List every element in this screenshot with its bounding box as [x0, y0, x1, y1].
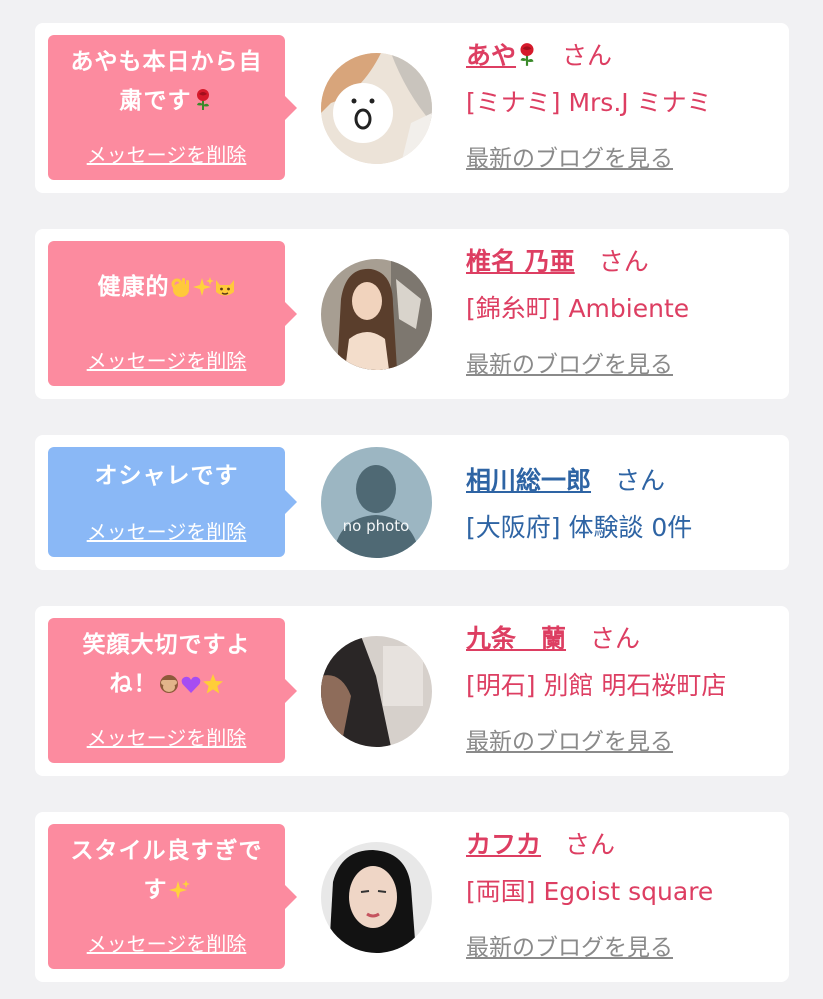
user-info: 椎名 乃亜 さん [錦糸町] Ambiente 最新のブログを見る — [466, 242, 689, 379]
see-no-evil-monkey-icon — [159, 675, 178, 693]
user-name-link[interactable]: 九条 蘭 — [466, 624, 566, 653]
sparkles-icon — [168, 880, 190, 899]
no-photo-label: no photo — [343, 517, 410, 535]
honorific: さん — [565, 830, 616, 859]
avatar[interactable] — [321, 53, 432, 164]
message-card: オシャレです メッセージを削除 no photo 相川総一郎 さん [大阪府] 体… — [35, 435, 789, 570]
message-line: ね！ — [48, 665, 285, 704]
delete-message-link[interactable]: メッセージを削除 — [48, 516, 285, 545]
latest-blog-link[interactable]: 最新のブログを見る — [466, 345, 689, 379]
user-name-link[interactable]: 相川総一郎 — [466, 466, 591, 495]
shop-name: [明石] 別館 明石桜町店 — [466, 671, 727, 700]
delete-message-link[interactable]: メッセージを削除 — [48, 928, 285, 957]
user-name-link[interactable]: あや — [466, 41, 538, 70]
message-text: 健康的 — [48, 241, 285, 307]
latest-blog-link[interactable]: 最新のブログを見る — [466, 928, 713, 962]
message-card: スタイル良すぎで す メッセージを削除 カフカ さん [両国] Egoist sq… — [35, 812, 789, 982]
avatar[interactable] — [321, 259, 432, 370]
user-info: 相川総一郎 さん [大阪府] 体験談 0件 — [466, 461, 692, 544]
avatar[interactable]: no photo — [321, 447, 432, 558]
user-info: あや さん [ミナミ] Mrs.J ミナミ 最新のブログを見る — [466, 36, 712, 173]
no-photo-icon: no photo — [321, 447, 432, 558]
user-name-link[interactable]: カフカ — [466, 830, 541, 859]
message-bubble: スタイル良すぎで す メッセージを削除 — [48, 824, 297, 969]
user-name-text: あや — [466, 41, 517, 70]
message-line-text: 粛です — [119, 88, 192, 114]
page: { "delete_label": "メッセージを削除", "colors": … — [0, 0, 823, 999]
message-text: オシャレです — [48, 447, 285, 496]
honorific: さん — [590, 624, 641, 653]
cat-icon — [214, 279, 235, 297]
name-line: カフカ さん — [466, 825, 713, 861]
message-line: オシャレです — [94, 463, 239, 489]
name-line: あや さん — [466, 36, 712, 72]
avatar[interactable] — [321, 636, 432, 747]
shop-name: [錦糸町] Ambiente — [466, 294, 690, 323]
message-bubble: あやも本日から自 粛です メッセージを削除 — [48, 35, 297, 180]
face-sticker-photo — [321, 53, 432, 164]
name-line: 椎名 乃亜 さん — [466, 242, 689, 278]
honorific: さん — [598, 247, 649, 276]
honorific: さん — [562, 41, 613, 70]
honorific: さん — [615, 466, 666, 495]
message-bubble: 健康的 メッセージを削除 — [48, 241, 297, 386]
latest-blog-link[interactable]: 最新のブログを見る — [466, 139, 712, 173]
shop-name: [大阪府] 体験談 0件 — [466, 513, 693, 542]
message-card: 健康的 メッセージを削除 椎名 乃亜 さん [錦糸町] Ambiente 最新のブ… — [35, 229, 789, 399]
message-line: 健康的 — [97, 274, 170, 300]
user-info: 九条 蘭さん [明石] 別館 明石桜町店 最新のブログを見る — [466, 619, 726, 756]
star-icon — [202, 674, 223, 694]
message-line: す — [48, 871, 285, 910]
shop-name: [両国] Egoist square — [466, 877, 714, 906]
message-line: 笑顔大切ですよ — [82, 632, 251, 658]
avatar[interactable] — [321, 842, 432, 953]
dark-photo — [321, 636, 432, 747]
message-text: 笑顔大切ですよ ね！ — [48, 618, 285, 704]
shop-name: [ミナミ] Mrs.J ミナミ — [466, 88, 712, 117]
message-bubble: オシャレです メッセージを削除 — [48, 447, 297, 557]
delete-message-link[interactable]: メッセージを削除 — [48, 139, 285, 168]
message-line: あやも本日から自 — [70, 49, 263, 75]
delete-message-link[interactable]: メッセージを削除 — [48, 345, 285, 374]
ok-hand-icon — [171, 276, 190, 298]
woman-selfie-photo — [321, 842, 432, 953]
latest-blog-link[interactable]: 最新のブログを見る — [466, 722, 726, 756]
user-name-link[interactable]: 椎名 乃亜 — [466, 247, 575, 276]
message-line-text: ね！ — [109, 671, 158, 697]
message-card: 笑顔大切ですよ ね！ メッセージを削除 九条 蘭さん [明石] 別館 明石桜町店… — [35, 606, 789, 776]
name-line: 九条 蘭さん — [466, 619, 726, 655]
message-text: あやも本日から自 粛です — [48, 35, 285, 121]
rose-icon — [519, 42, 535, 67]
message-card: あやも本日から自 粛です メッセージを削除 あや さん [ミナミ] Mrs.J ミ… — [35, 23, 789, 193]
message-text: スタイル良すぎで す — [48, 824, 285, 910]
message-line-text: す — [143, 877, 168, 903]
message-line: スタイル良すぎで — [70, 838, 263, 864]
woman-photo — [321, 259, 432, 370]
purple-heart-icon — [181, 676, 200, 693]
delete-message-link[interactable]: メッセージを削除 — [48, 722, 285, 751]
sparkles-icon — [192, 277, 214, 296]
name-line: 相川総一郎 さん — [466, 461, 692, 497]
rose-icon — [195, 88, 210, 111]
message-bubble: 笑顔大切ですよ ね！ メッセージを削除 — [48, 618, 297, 763]
message-line: 粛です — [48, 82, 285, 121]
user-info: カフカ さん [両国] Egoist square 最新のブログを見る — [466, 825, 713, 962]
